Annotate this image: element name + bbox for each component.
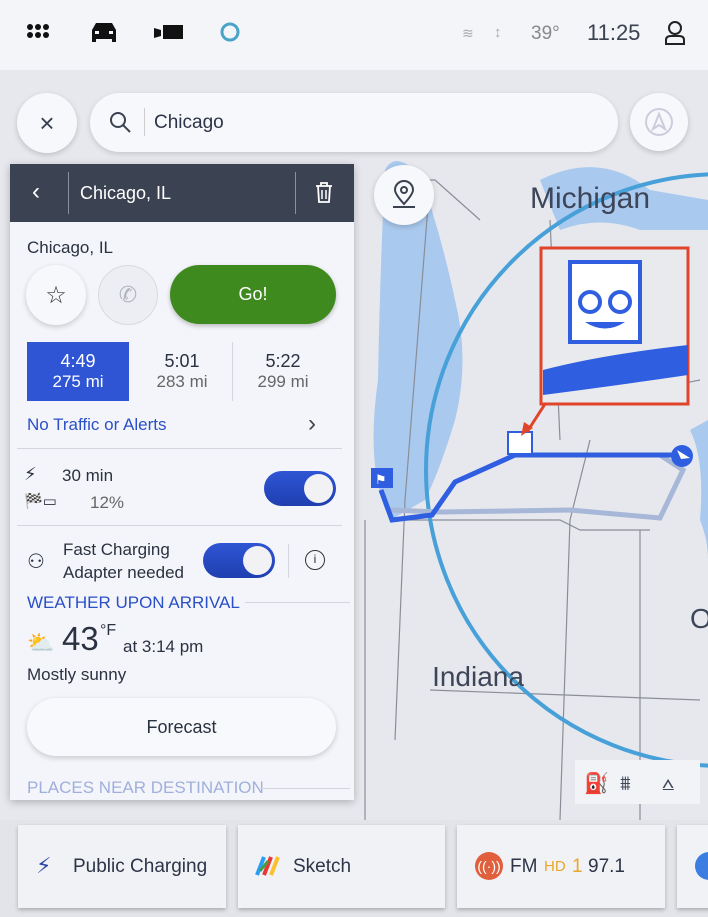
adapter-line1: Fast Charging — [63, 540, 170, 559]
clock: 11:25 — [587, 20, 641, 45]
back-icon[interactable]: ‹ — [32, 178, 40, 206]
close-icon: × — [39, 107, 55, 138]
sketch-icon — [255, 856, 280, 876]
charging-stop-icon[interactable] — [507, 431, 533, 455]
star-icon: ☆ — [45, 281, 67, 309]
charging-station-icon: ⚡ — [36, 853, 52, 878]
car-icon[interactable] — [88, 20, 120, 46]
flag-battery-icon: 🏁▭ — [24, 493, 57, 510]
search-input[interactable]: Chicago — [90, 93, 618, 152]
panel-title: Chicago, IL — [80, 183, 172, 203]
forecast-button[interactable]: Forecast — [27, 698, 336, 756]
destination-name: Chicago, IL — [27, 238, 113, 257]
arrival-battery: 12% — [90, 493, 125, 512]
toll-icon[interactable]: ⛽ — [584, 771, 609, 795]
status-bar: ≋ ↕ 39° 11:25 — [0, 0, 708, 70]
dock-sketch[interactable]: Sketch — [238, 825, 445, 908]
alexa-ring-icon[interactable] — [219, 21, 241, 45]
call-button[interactable]: ✆ — [98, 265, 158, 325]
dock-public-charging[interactable]: ⚡ Public Charging — [18, 825, 226, 908]
charger-icon: ⚡ — [24, 464, 37, 484]
route-time: 4:49 — [60, 351, 96, 371]
app-icon — [695, 852, 708, 880]
map-label-ohio: O — [690, 603, 708, 634]
route-option-3[interactable]: 5:22 299 mi — [233, 342, 333, 401]
partly-sunny-icon: ⛅ — [27, 630, 55, 655]
camera-icon[interactable] — [153, 24, 185, 42]
hd-channel: 1 — [572, 856, 583, 877]
dock-label: Public Charging — [73, 856, 208, 877]
map-label-michigan: Michigan — [530, 182, 650, 215]
route-panel: ‹ Chicago, IL Chicago, IL ☆ ✆ Go! 4:49 2… — [10, 164, 354, 800]
route-time: 5:01 — [164, 351, 200, 371]
search-icon — [110, 112, 131, 133]
close-button[interactable]: × — [17, 93, 77, 153]
places-heading: PLACES NEAR DESTINATION — [27, 778, 264, 797]
route-distance: 299 mi — [257, 372, 309, 391]
charging-time: 30 min — [62, 466, 114, 485]
adapter-icon: ⚇ — [27, 551, 45, 573]
wifi-icon: ≋ — [462, 25, 474, 41]
adapter-toggle[interactable] — [203, 543, 275, 578]
tunnel-icon[interactable]: ⩟ — [662, 773, 674, 795]
panel-header: ‹ Chicago, IL — [10, 164, 354, 222]
search-value: Chicago — [154, 112, 224, 133]
go-button[interactable]: Go! — [170, 265, 336, 324]
dock-next-card[interactable] — [677, 825, 708, 908]
weather-unit: °F — [100, 622, 117, 639]
trash-icon[interactable] — [314, 182, 334, 204]
hd-radio-icon: HD — [544, 858, 566, 875]
location-pin-button[interactable] — [374, 165, 434, 225]
radio-icon: ((·)) — [475, 852, 503, 880]
traffic-status: No Traffic or Alerts — [27, 415, 167, 434]
traffic-alerts-row[interactable]: No Traffic or Alerts › — [10, 410, 354, 440]
adapter-line2: Adapter needed — [63, 563, 184, 582]
favorite-button[interactable]: ☆ — [26, 265, 86, 325]
weather-heading: WEATHER UPON ARRIVAL — [27, 593, 240, 612]
dock-radio[interactable]: ((·)) FM HD 1 97.1 — [457, 825, 665, 908]
compass-icon — [645, 108, 673, 136]
info-icon[interactable]: i — [305, 550, 325, 570]
apps-grid-icon[interactable] — [26, 24, 52, 42]
chevron-right-icon: › — [308, 410, 316, 437]
weather-time: at 3:14 pm — [123, 637, 204, 656]
weather-temp: 43 — [62, 620, 99, 657]
svg-text:⚑: ⚑ — [375, 472, 387, 487]
radio-frequency: 97.1 — [588, 856, 625, 877]
compass-button[interactable] — [630, 93, 688, 151]
radio-band: FM — [510, 856, 538, 877]
phone-icon: ✆ — [118, 282, 138, 307]
outside-temperature: 39° — [531, 23, 560, 44]
profile-icon[interactable] — [664, 20, 686, 46]
bridge-icon[interactable]: ⩩ — [620, 773, 631, 795]
weather-condition: Mostly sunny — [27, 665, 127, 684]
route-distance: 275 mi — [52, 372, 104, 391]
route-option-2[interactable]: 5:01 283 mi — [132, 342, 232, 401]
signal-icon: ↕ — [494, 24, 502, 41]
route-option-1[interactable]: 4:49 275 mi — [27, 342, 129, 401]
dock-label: Sketch — [293, 856, 352, 877]
map-pin-icon — [393, 180, 415, 208]
charging-toggle[interactable] — [264, 471, 336, 506]
route-time: 5:22 — [265, 351, 301, 371]
route-distance: 283 mi — [156, 372, 208, 391]
map-label-indiana: Indiana — [432, 661, 524, 692]
